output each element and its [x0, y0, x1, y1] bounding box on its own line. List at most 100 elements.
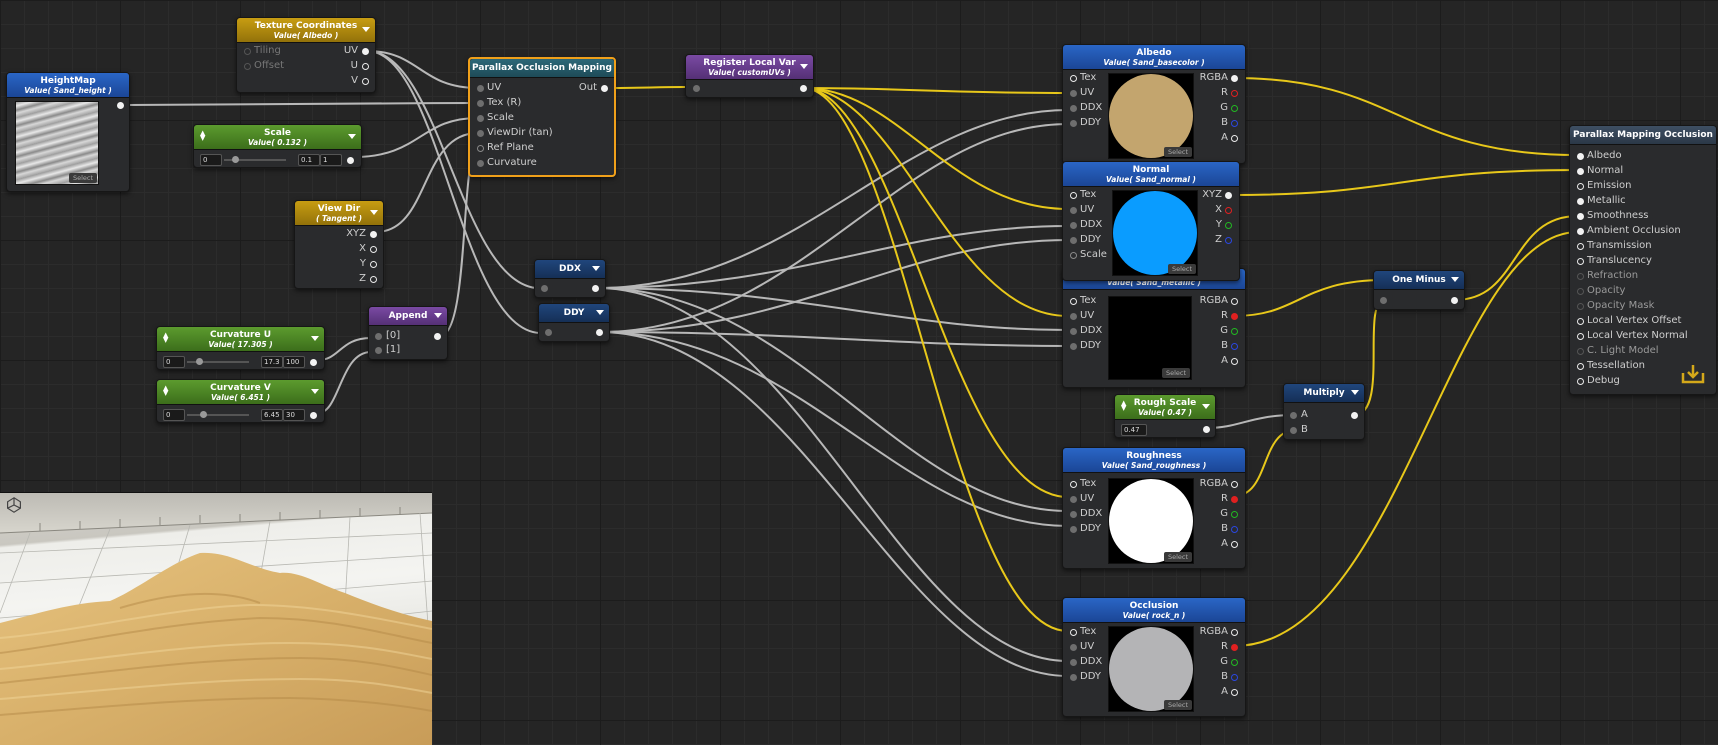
scale-min-field[interactable]: 0: [200, 154, 222, 166]
dropdown-arrow-icon[interactable]: [370, 210, 378, 215]
master-refraction-port[interactable]: [1577, 273, 1584, 280]
heightmap-header[interactable]: HeightMap Value( Sand_height ): [7, 73, 129, 98]
pom-refplane-port[interactable]: [477, 145, 484, 152]
multiply-a-port[interactable]: [1290, 412, 1297, 419]
pom-curvature-port[interactable]: [477, 160, 484, 167]
master-local-vertex-normal-port[interactable]: [1577, 333, 1584, 340]
curvv-header[interactable]: ▲ ▼ Curvature V Value( 6.451 ): [157, 380, 324, 405]
master-metallic-port[interactable]: [1577, 198, 1584, 205]
multiply-node[interactable]: Multiply A B: [1283, 383, 1365, 440]
dropdown-arrow-icon[interactable]: [348, 134, 356, 139]
one-minus-node[interactable]: One Minus: [1373, 270, 1465, 310]
master-debug-port[interactable]: [1577, 378, 1584, 385]
register-local-var-node[interactable]: Register Local Var Value( customUVs ): [685, 54, 814, 98]
viewdir-header[interactable]: View Dir ( Tangent ): [295, 201, 383, 226]
scale-header[interactable]: ▲ ▼ Scale Value( 0.132 ): [194, 125, 361, 150]
pom-uv-port[interactable]: [477, 85, 484, 92]
occlusion-rgba-port[interactable]: [1231, 629, 1238, 636]
ddy-output-port[interactable]: [596, 329, 603, 336]
pom-scale-port[interactable]: [477, 115, 484, 122]
curvu-slider-knob[interactable]: [196, 358, 203, 365]
pom-viewdir-port[interactable]: [477, 130, 484, 137]
normal-sampler-node[interactable]: Normal Value( Sand_normal ) Tex UV DDX D…: [1062, 161, 1240, 281]
heightmap-node[interactable]: HeightMap Value( Sand_height ) Select: [6, 72, 130, 192]
albedo-sampler-node[interactable]: Albedo Value( Sand_basecolor ) Tex UV DD…: [1062, 44, 1246, 164]
pom-tex-port[interactable]: [477, 100, 484, 107]
multiply-output-port[interactable]: [1351, 412, 1358, 419]
parallax-occlusion-mapping-node[interactable]: Parallax Occlusion Mapping UV Tex (R) Sc…: [468, 57, 616, 177]
ddx-output-port[interactable]: [592, 285, 599, 292]
reglocal-output-port[interactable]: [800, 85, 807, 92]
normal-ddy-port[interactable]: [1070, 237, 1077, 244]
occlusion-select-button[interactable]: Select: [1163, 700, 1192, 710]
albedo-b-port[interactable]: [1231, 120, 1238, 127]
stepper-icon[interactable]: ▲ ▼: [163, 332, 168, 344]
roughness-r-port[interactable]: [1231, 496, 1238, 503]
metallic-b-port[interactable]: [1231, 343, 1238, 350]
ddx-node[interactable]: DDX: [534, 259, 606, 298]
curvu-max-field[interactable]: 100: [283, 356, 305, 368]
scale-slider-knob[interactable]: [232, 156, 239, 163]
dropdown-arrow-icon[interactable]: [1202, 404, 1210, 409]
albedo-uv-port[interactable]: [1070, 90, 1077, 97]
roughness-header[interactable]: Roughness Value( Sand_roughness ): [1063, 448, 1245, 473]
normal-z-port[interactable]: [1225, 237, 1232, 244]
metallic-g-port[interactable]: [1231, 328, 1238, 335]
roughness-tex-port[interactable]: [1070, 481, 1077, 488]
albedo-header[interactable]: Albedo Value( Sand_basecolor ): [1063, 45, 1245, 70]
reglocal-input-port[interactable]: [693, 85, 700, 92]
scale-node[interactable]: ▲ ▼ Scale Value( 0.132 ) 0 0.1 1: [193, 124, 362, 168]
dropdown-arrow-icon[interactable]: [1451, 277, 1459, 282]
save-icon[interactable]: [1681, 364, 1705, 384]
heightmap-output-port[interactable]: [117, 102, 124, 109]
scale-output-port[interactable]: [347, 157, 354, 164]
xyz-output-port[interactable]: [370, 231, 377, 238]
master-normal-port[interactable]: [1577, 168, 1584, 175]
ddy-header[interactable]: DDY: [539, 304, 609, 323]
metallic-tex-port[interactable]: [1070, 298, 1077, 305]
metallic-ddx-port[interactable]: [1070, 328, 1077, 335]
curvu-output-port[interactable]: [310, 359, 317, 366]
metallic-ddy-port[interactable]: [1070, 343, 1077, 350]
master-light-model-port[interactable]: [1577, 348, 1584, 355]
albedo-ddx-port[interactable]: [1070, 105, 1077, 112]
texcoord-header[interactable]: Texture Coordinates Value( Albedo ): [237, 18, 375, 43]
occlusion-sampler-node[interactable]: Occlusion Value( rock_n ) Tex UV DDX DDY…: [1062, 597, 1246, 717]
parallax-mapping-occlusion-master-node[interactable]: Parallax Mapping Occlusion Albedo Normal…: [1569, 125, 1717, 395]
tiling-port[interactable]: [244, 48, 251, 55]
append-node[interactable]: Append [0] [1]: [368, 306, 448, 360]
normal-xyz-port[interactable]: [1225, 192, 1232, 199]
dropdown-arrow-icon[interactable]: [434, 313, 442, 318]
normal-tex-port[interactable]: [1070, 192, 1077, 199]
metallic-select-button[interactable]: Select: [1161, 368, 1190, 378]
roughscale-value-field[interactable]: 0.47: [1121, 424, 1147, 436]
append-output-port[interactable]: [434, 333, 441, 340]
master-tessellation-port[interactable]: [1577, 363, 1584, 370]
pom-header[interactable]: Parallax Occlusion Mapping: [470, 59, 614, 78]
append-0-port[interactable]: [375, 333, 382, 340]
master-opacity-mask-port[interactable]: [1577, 303, 1584, 310]
u-output-port[interactable]: [362, 63, 369, 70]
dropdown-arrow-icon[interactable]: [596, 310, 604, 315]
roughness-select-button[interactable]: Select: [1163, 552, 1192, 562]
oneminus-input-port[interactable]: [1380, 297, 1387, 304]
dropdown-arrow-icon[interactable]: [592, 266, 600, 271]
master-header[interactable]: Parallax Mapping Occlusion: [1570, 126, 1716, 145]
ddy-input-port[interactable]: [545, 329, 552, 336]
occlusion-ddx-port[interactable]: [1070, 659, 1077, 666]
occlusion-ddy-port[interactable]: [1070, 674, 1077, 681]
occlusion-r-port[interactable]: [1231, 644, 1238, 651]
curvv-max-field[interactable]: 30: [283, 409, 305, 421]
master-emission-port[interactable]: [1577, 183, 1584, 190]
metallic-sampler-node[interactable]: Value( Sand_metallic ) Tex UV DDX DDY Se…: [1062, 268, 1246, 388]
view-dir-node[interactable]: View Dir ( Tangent ) XYZ X Y Z: [294, 200, 384, 289]
normal-select-button[interactable]: Select: [1167, 264, 1196, 274]
normal-ddx-port[interactable]: [1070, 222, 1077, 229]
occlusion-a-port[interactable]: [1231, 689, 1238, 696]
curvu-header[interactable]: ▲ ▼ Curvature U Value( 17.305 ): [157, 327, 324, 352]
roughness-sampler-node[interactable]: Roughness Value( Sand_roughness ) Tex UV…: [1062, 447, 1246, 569]
metallic-a-port[interactable]: [1231, 358, 1238, 365]
roughness-uv-port[interactable]: [1070, 496, 1077, 503]
multiply-b-port[interactable]: [1290, 427, 1297, 434]
roughness-g-port[interactable]: [1231, 511, 1238, 518]
